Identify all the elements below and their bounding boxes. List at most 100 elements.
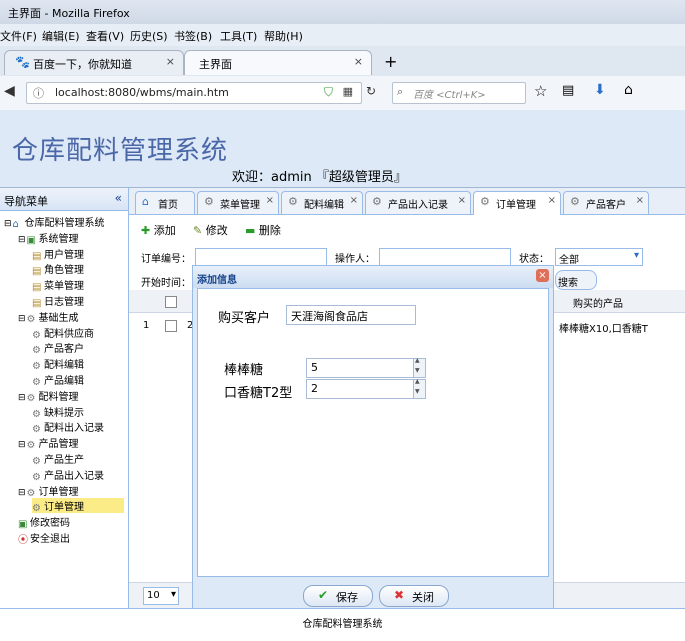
menu-bookmarks[interactable]: 书签(B) — [174, 28, 212, 44]
products-column-header: 购买的产品 — [573, 299, 623, 310]
sidebar-item[interactable]: ⚙ 产品客户 — [32, 340, 124, 357]
menu-edit[interactable]: 编辑(E) — [42, 28, 80, 44]
close-icon[interactable]: × — [266, 195, 274, 206]
page-size-select[interactable]: 10 ▾ — [143, 587, 179, 605]
sidebar-item[interactable]: ▤ 角色管理 — [32, 261, 124, 278]
doc-icon: ▤ — [32, 298, 42, 309]
close-icon[interactable]: × — [350, 195, 358, 206]
sidebar-item[interactable]: ⚙ 缺料提示 — [32, 404, 124, 420]
back-arrow-icon[interactable]: ◀ — [4, 83, 15, 99]
sidebar-item-label: 订单管理 — [38, 486, 79, 498]
expand-toggle-icon[interactable]: ⊟ — [18, 488, 26, 498]
menu-history[interactable]: 历史(S) — [130, 28, 168, 44]
sidebar-item[interactable]: ⊟⚙ 订单管理 — [18, 483, 124, 499]
sidebar-item[interactable]: ⚙ 产品编辑 — [32, 372, 124, 388]
tab-home[interactable]: ⌂ 首页 — [135, 191, 195, 214]
sidebar-item[interactable]: ▤ 菜单管理 — [32, 277, 124, 293]
sidebar-item[interactable]: ⊟▣ 系统管理 — [18, 230, 124, 246]
tab-menu-management[interactable]: ⚙ 菜单管理 × — [197, 191, 279, 214]
menu-file[interactable]: 文件(F) — [0, 28, 37, 44]
tab-product-customers[interactable]: ⚙ 产品客户 × — [563, 191, 649, 214]
tab-order-management[interactable]: ⚙ 订单管理 × — [473, 191, 561, 215]
order-no-input[interactable] — [195, 248, 327, 266]
search-button[interactable]: 搜索 — [555, 270, 597, 290]
customer-field[interactable]: 天涯海阁食品店 — [286, 305, 416, 325]
collapse-icon[interactable]: « — [115, 191, 122, 205]
close-icon[interactable]: × — [536, 269, 549, 282]
sidebar-item[interactable]: ⊟⚙ 产品管理 — [18, 435, 124, 451]
gum-label: 口香糖T2型 — [224, 386, 293, 401]
info-icon[interactable]: ⓘ — [33, 85, 44, 101]
sidebar-item[interactable]: ⊟⌂ 仓库配料管理系统 — [4, 214, 124, 230]
close-icon[interactable]: × — [166, 55, 175, 68]
delete-label: 删除 — [258, 224, 281, 237]
tab-ingredient-edit[interactable]: ⚙ 配料编辑 × — [281, 191, 363, 214]
select-all-checkbox[interactable] — [165, 296, 177, 308]
operator-input[interactable] — [379, 248, 511, 266]
doc-icon: ▤ — [32, 266, 42, 278]
sidebar-item[interactable]: ⚙ 产品生产 — [32, 451, 124, 467]
tab-label: 菜单管理 — [220, 200, 260, 211]
status-select[interactable]: 全部 ▾ — [555, 248, 643, 266]
new-tab-button[interactable]: + — [384, 52, 397, 71]
menu-tools[interactable]: 工具(T) — [220, 28, 257, 44]
close-icon[interactable]: × — [458, 195, 466, 206]
sidebar-item-label: 基础生成 — [38, 312, 79, 324]
browser-tab-baidu[interactable]: 🐾 百度一下，你就知道 × — [4, 50, 184, 75]
sidebar-item[interactable]: ⚙ 配料供应商 — [32, 325, 124, 341]
row-checkbox[interactable] — [165, 320, 177, 332]
menu-view[interactable]: 查看(V) — [86, 28, 124, 44]
sidebar-item[interactable]: ⚙ 产品出入记录 — [32, 467, 124, 483]
sidebar-item[interactable]: ⊟⚙ 基础生成 — [18, 309, 124, 325]
sidebar-item[interactable]: ⊟⚙ 配料管理 — [18, 388, 124, 404]
tab-product-io-records[interactable]: ⚙ 产品出入记录 × — [365, 191, 471, 214]
sidebar-item[interactable]: ⚙ 配料编辑 — [32, 356, 124, 372]
close-icon[interactable]: × — [548, 195, 556, 206]
spinner-icon[interactable] — [413, 357, 425, 377]
sidebar-item[interactable]: ▤ 用户管理 — [32, 246, 124, 262]
sidebar-item-label: 安全退出 — [30, 534, 70, 545]
delete-button[interactable]: ▬ 删除 — [245, 222, 281, 238]
sidebar-item[interactable]: ▤ 日志管理 — [32, 293, 124, 309]
gum-quantity: 2 — [311, 382, 318, 395]
edit-button[interactable]: ✎ 修改 — [193, 222, 228, 238]
exit-icon: ⦿ — [18, 535, 28, 546]
folder-icon: ▣ — [26, 234, 36, 246]
url-field[interactable]: ⓘ localhost:8080/wbms/main.htm ⛉ ▦ — [26, 82, 362, 104]
browser-tab-main[interactable]: 主界面 × — [184, 50, 372, 75]
expand-toggle-icon[interactable]: ⊟ — [18, 393, 26, 403]
gear-icon: ⚙ — [32, 345, 41, 357]
sidebar-item[interactable]: ⚙ 配料出入记录 — [32, 419, 124, 435]
reader-list-icon[interactable]: ▤ — [562, 83, 574, 98]
sidebar-item[interactable]: ⦿ 安全退出 — [18, 530, 124, 546]
reload-icon[interactable]: ↻ — [366, 84, 376, 98]
spinner-icon[interactable] — [413, 378, 425, 398]
expand-toggle-icon[interactable]: ⊟ — [18, 235, 26, 245]
expand-toggle-icon[interactable]: ⊟ — [18, 314, 26, 324]
lollipop-quantity-stepper[interactable]: 5 — [306, 357, 426, 378]
save-button[interactable]: ✔ 保存 — [303, 585, 373, 607]
download-icon[interactable]: ⬇ — [594, 82, 606, 98]
qr-icon[interactable]: ▦ — [343, 85, 353, 98]
close-button[interactable]: ✖ 关闭 — [379, 585, 449, 607]
menu-help[interactable]: 帮助(H) — [264, 28, 303, 44]
home-icon[interactable]: ⌂ — [624, 82, 633, 98]
sidebar-item[interactable]: ⚙ 订单管理 — [32, 498, 124, 514]
close-icon[interactable]: × — [354, 55, 363, 68]
expand-toggle-icon[interactable]: ⊟ — [4, 219, 12, 229]
search-field[interactable]: ⌕ 百度 <Ctrl+K> — [392, 82, 526, 104]
sidebar-item[interactable]: ▣ 修改密码 — [18, 514, 124, 530]
add-button[interactable]: ✚ 添加 — [141, 222, 176, 238]
sidebar-item-label: 配料出入记录 — [44, 423, 104, 435]
bookmark-star-icon[interactable]: ☆ — [534, 82, 547, 100]
sidebar: 导航菜单 « ⊟⌂ 仓库配料管理系统 ⊟▣ 系统管理 ▤ 用户管理 ▤ 角色管理 ▤ 菜单管理 ▤ 日… — [0, 188, 129, 608]
expand-toggle-icon[interactable]: ⊟ — [18, 440, 26, 450]
tab-label: 订单管理 — [496, 200, 536, 211]
close-icon[interactable]: × — [636, 195, 644, 206]
plus-icon: ✚ — [141, 224, 151, 237]
footer-text: 仓库配料管理系统 — [302, 619, 383, 630]
gum-quantity-stepper[interactable]: 2 — [306, 378, 426, 399]
tab-label: 产品出入记录 — [388, 200, 448, 211]
shield-icon[interactable]: ⛉ — [324, 85, 333, 100]
row-number: 1 — [143, 320, 150, 331]
